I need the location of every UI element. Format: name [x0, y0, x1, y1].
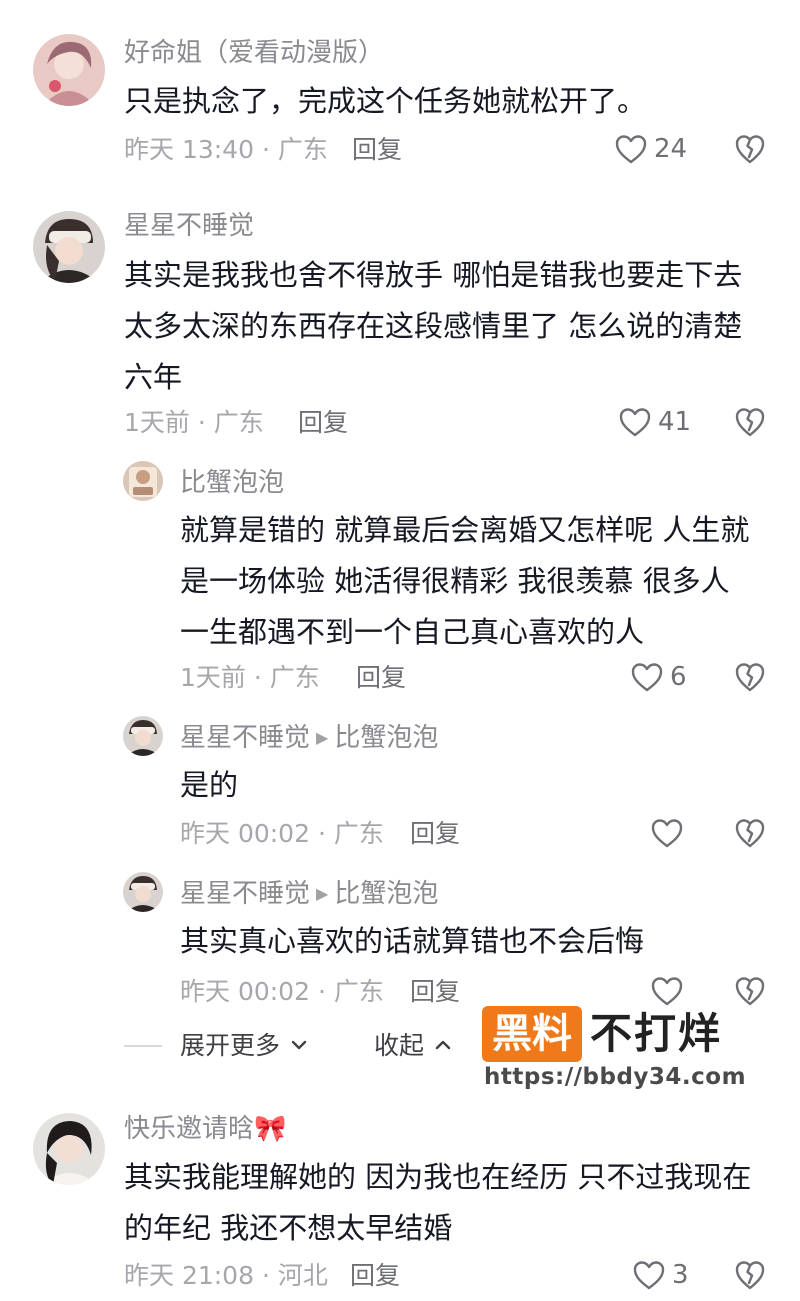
expand-more-button[interactable]: 展开更多 [180, 1033, 308, 1058]
expand-more-label: 展开更多 [180, 1031, 281, 1060]
heart-outline-icon [631, 663, 663, 692]
collapse-button[interactable]: 收起 [374, 1033, 452, 1058]
expand-divider [124, 1045, 162, 1047]
chevron-down-icon [291, 1040, 307, 1050]
like-button[interactable] [650, 973, 684, 1009]
heart-outline-icon [619, 408, 651, 437]
comment-meta: 昨天 00:02 · 广东 [180, 819, 384, 848]
reply-button[interactable]: 回复 [298, 410, 348, 435]
like-count: 41 [658, 407, 692, 437]
reply-button[interactable]: 回复 [410, 979, 460, 1004]
watermark-text: 不打烊 [590, 1009, 723, 1058]
reply-button[interactable]: 回复 [352, 137, 402, 162]
avatar[interactable] [123, 872, 163, 912]
reply-text: 就算是错的 就算最后会离婚又怎样呢 人生就 是一场体验 她活得很精彩 我很羡慕 … [180, 505, 749, 658]
heart-outline-icon [651, 819, 683, 848]
reply-author-name[interactable]: 星星不睡觉 [180, 723, 310, 753]
comment-meta: 昨天 21:08 · 河北 [124, 1261, 328, 1290]
avatar[interactable] [33, 211, 105, 283]
comment-line: 的年纪 我还不想太早结婚 [124, 1211, 453, 1245]
like-count: 3 [672, 1260, 689, 1290]
like-button[interactable]: 24 [614, 131, 687, 167]
dislike-button[interactable] [734, 661, 766, 693]
avatar[interactable] [123, 461, 163, 501]
dislike-button[interactable] [734, 975, 766, 1007]
broken-heart-icon [735, 408, 765, 437]
reply-to-name[interactable]: 比蟹泡泡 [334, 879, 438, 909]
avatar[interactable] [123, 716, 163, 756]
reply-author[interactable]: 比蟹泡泡 [180, 470, 284, 496]
comment-author[interactable]: 快乐邀请晗🎀 [124, 1116, 286, 1142]
reply-button[interactable]: 回复 [356, 665, 406, 690]
heart-outline-icon [633, 1261, 665, 1290]
reply-button[interactable]: 回复 [350, 1263, 400, 1288]
reply-author-name[interactable]: 星星不睡觉 [180, 879, 310, 909]
reply-author[interactable]: 星星不睡觉 ▶ 比蟹泡泡 [180, 725, 438, 751]
dislike-button[interactable] [734, 406, 766, 438]
comment-line: 其实是我我也舍不得放手 哪怕是错我也要走下去 [124, 258, 743, 292]
comment-text: 只是执念了，完成这个任务她就松开了。 [124, 76, 646, 127]
avatar[interactable] [33, 1113, 105, 1185]
broken-heart-icon [735, 663, 765, 692]
dislike-button[interactable] [734, 133, 766, 165]
avatar[interactable] [33, 34, 105, 106]
like-count: 6 [670, 662, 687, 692]
heart-outline-icon [615, 135, 647, 164]
comment-author[interactable]: 星星不睡觉 [124, 213, 254, 239]
comment-line: 就算是错的 就算最后会离婚又怎样呢 人生就 [180, 513, 750, 547]
watermark-badge: 黑料 [482, 1006, 582, 1062]
comment-text: 其实我能理解她的 因为我也在经历 只不过我现在 的年纪 我还不想太早结婚 [124, 1152, 751, 1254]
dislike-button[interactable] [734, 817, 766, 849]
watermark: 黑料 不打烊 https://bbdy34.com [482, 1006, 746, 1092]
reply-button[interactable]: 回复 [410, 821, 460, 846]
like-button[interactable]: 6 [630, 659, 687, 695]
play-triangle-icon: ▶ [316, 728, 329, 747]
like-button[interactable]: 3 [632, 1257, 689, 1293]
comment-line: 只是执念了，完成这个任务她就松开了。 [124, 84, 647, 118]
comment-line: 太多太深的东西存在这段感情里了 怎么说的清楚 [124, 309, 743, 343]
comment-line: 是的 [180, 768, 239, 802]
heart-outline-icon [651, 977, 683, 1006]
reply-to-name[interactable]: 比蟹泡泡 [334, 723, 438, 753]
comment-meta: 1天前 · 广东 [180, 663, 320, 692]
comment-meta: 1天前 · 广东 [124, 408, 264, 437]
chevron-up-icon [435, 1040, 451, 1050]
like-count: 24 [654, 134, 688, 164]
reply-text: 是的 [180, 760, 238, 811]
watermark-url: https://bbdy34.com [484, 1064, 747, 1090]
broken-heart-icon [735, 977, 765, 1006]
like-button[interactable] [650, 815, 684, 851]
comment-line: 六年 [124, 360, 183, 394]
comment-line: 是一场体验 她活得很精彩 我很羡慕 很多人 [180, 564, 730, 598]
broken-heart-icon [735, 135, 765, 164]
play-triangle-icon: ▶ [316, 884, 329, 903]
comment-author[interactable]: 好命姐（爱看动漫版） [124, 40, 384, 66]
reply-author[interactable]: 星星不睡觉 ▶ 比蟹泡泡 [180, 881, 438, 907]
comment-line: 其实真心喜欢的话就算错也不会后悔 [180, 924, 645, 958]
comment-meta: 昨天 13:40 · 广东 [124, 135, 328, 164]
broken-heart-icon [735, 819, 765, 848]
comment-text: 其实是我我也舍不得放手 哪怕是错我也要走下去 太多太深的东西存在这段感情里了 怎… [124, 250, 742, 403]
broken-heart-icon [735, 1261, 765, 1290]
like-button[interactable]: 41 [618, 404, 691, 440]
collapse-label: 收起 [374, 1031, 425, 1060]
comment-meta: 昨天 00:02 · 广东 [180, 977, 384, 1006]
reply-text: 其实真心喜欢的话就算错也不会后悔 [180, 916, 644, 967]
comment-line: 其实我能理解她的 因为我也在经历 只不过我现在 [124, 1160, 752, 1194]
comment-line: 一生都遇不到一个自己真心喜欢的人 [180, 615, 645, 649]
dislike-button[interactable] [734, 1259, 766, 1291]
